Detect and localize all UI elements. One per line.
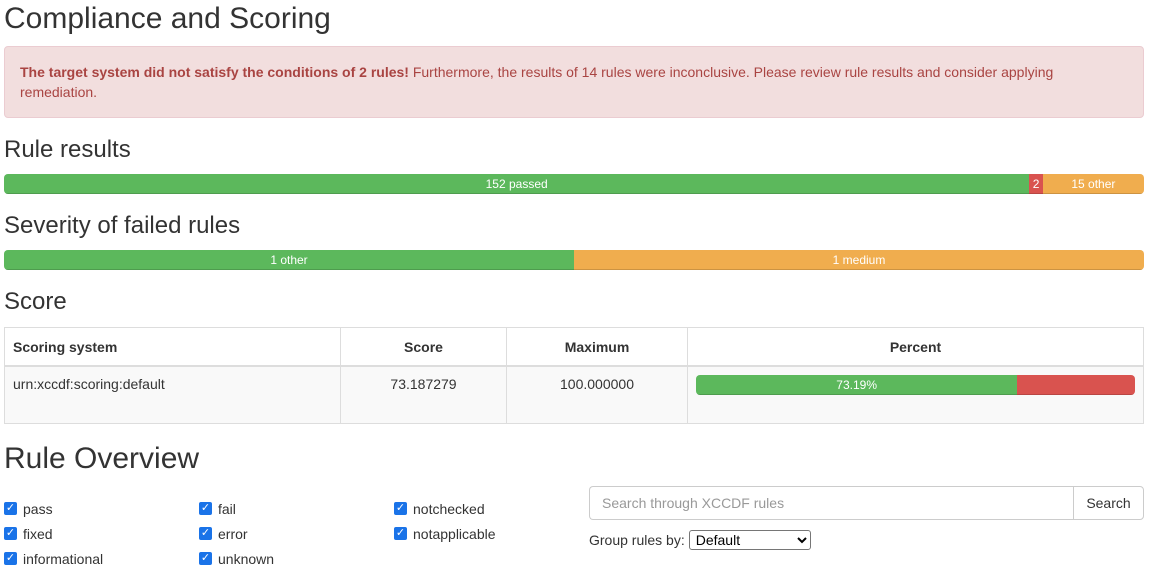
compliance-alert: The target system did not satisfy the co…	[4, 46, 1144, 118]
checkbox-checked-icon[interactable]: ✓	[199, 502, 212, 515]
table-row: urn:xccdf:scoring:default 73.187279 100.…	[4, 365, 1144, 424]
search-input[interactable]	[589, 486, 1073, 520]
filter-notchecked[interactable]: ✓ notchecked	[394, 496, 584, 521]
group-rules-by: Group rules by: Default	[589, 530, 811, 550]
result-filter-checkboxes: ✓ pass ✓ fail ✓ notchecked ✓ fixed ✓ error ✓ n…	[4, 496, 584, 576]
checkbox-checked-icon[interactable]: ✓	[4, 552, 17, 565]
group-rules-select[interactable]: Default	[688, 530, 811, 550]
filter-unknown[interactable]: ✓ unknown	[199, 546, 394, 571]
severity-medium-bar: 1 medium	[574, 250, 1144, 270]
rule-results-failed-bar: 2	[1029, 174, 1043, 194]
rule-results-passed-bar: 152 passed	[4, 174, 1030, 194]
severity-other-bar: 1 other	[4, 250, 574, 270]
rule-search: Search	[589, 486, 1144, 520]
checkbox-checked-icon[interactable]: ✓	[199, 552, 212, 565]
severity-progress: 1 other 1 medium	[4, 250, 1144, 270]
header-scoring-system: Scoring system	[4, 327, 341, 367]
filter-error[interactable]: ✓ error	[199, 521, 394, 546]
checkbox-checked-icon[interactable]: ✓	[394, 502, 407, 515]
checkbox-checked-icon[interactable]: ✓	[199, 527, 212, 540]
score-remaining-bar	[1017, 375, 1135, 395]
score-table: Scoring system Score Maximum Percent urn…	[4, 327, 1144, 424]
alert-strong-text: The target system did not satisfy the co…	[20, 64, 409, 80]
header-score: Score	[340, 327, 507, 367]
filter-fail[interactable]: ✓ fail	[199, 496, 394, 521]
search-button[interactable]: Search	[1073, 486, 1144, 520]
checkbox-checked-icon[interactable]: ✓	[4, 527, 17, 540]
header-maximum: Maximum	[506, 327, 688, 367]
score-title: Score	[4, 288, 67, 315]
filter-notapplicable[interactable]: ✓ notapplicable	[394, 521, 584, 546]
compliance-title: Compliance and Scoring	[4, 2, 331, 35]
rule-results-progress: 152 passed 2 15 other	[4, 174, 1144, 194]
severity-title: Severity of failed rules	[4, 212, 241, 239]
filter-fixed[interactable]: ✓ fixed	[4, 521, 199, 546]
score-percent-progress: 73.19%	[696, 375, 1135, 395]
rule-results-title: Rule results	[4, 136, 131, 163]
rule-overview-title: Rule Overview	[4, 442, 200, 475]
scoring-system-cell: urn:xccdf:scoring:default	[4, 365, 341, 424]
group-rules-label: Group rules by:	[589, 532, 685, 548]
checkbox-checked-icon[interactable]: ✓	[394, 527, 407, 540]
maximum-cell: 100.000000	[506, 365, 688, 424]
filter-pass[interactable]: ✓ pass	[4, 496, 199, 521]
score-header-row: Scoring system Score Maximum Percent	[4, 327, 1144, 367]
score-cell: 73.187279	[340, 365, 507, 424]
header-percent: Percent	[687, 327, 1144, 367]
percent-cell: 73.19%	[687, 365, 1144, 424]
checkbox-checked-icon[interactable]: ✓	[4, 502, 17, 515]
rule-results-other-bar: 15 other	[1042, 174, 1144, 194]
score-percent-bar: 73.19%	[696, 375, 1018, 395]
filter-informational[interactable]: ✓ informational	[4, 546, 199, 571]
